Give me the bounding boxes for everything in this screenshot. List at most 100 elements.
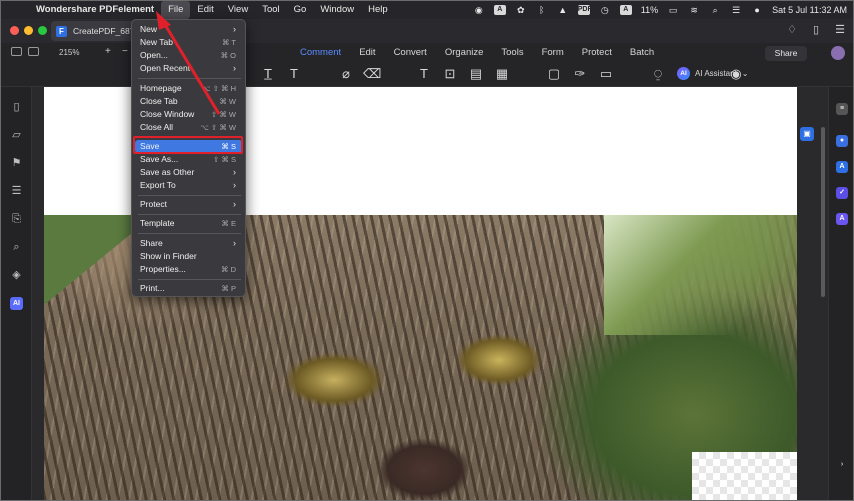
- pdf-icon[interactable]: PDF: [577, 5, 592, 15]
- properties-icon[interactable]: ≡: [836, 103, 848, 115]
- sidebar-toggle-icon[interactable]: [11, 47, 22, 56]
- eraser-icon[interactable]: ⌫: [363, 65, 381, 83]
- text-comment-icon[interactable]: T: [285, 65, 303, 83]
- nav-convert[interactable]: Convert: [385, 47, 436, 61]
- vertical-scrollbar[interactable]: [821, 127, 825, 297]
- menu-item-open[interactable]: Open... ⌘ O: [135, 49, 242, 62]
- document-tab[interactable]: F CreatePDF_687c: [51, 21, 141, 41]
- measure-icon[interactable]: ▭: [597, 65, 615, 83]
- menu-item-save-as[interactable]: Save As... ⇧ ⌘ S: [135, 153, 242, 166]
- menu-go[interactable]: Go: [287, 1, 314, 19]
- minimize-window-button[interactable]: [24, 26, 33, 35]
- translate-icon[interactable]: A: [836, 161, 848, 173]
- underline-icon[interactable]: T̲: [259, 65, 277, 83]
- maximize-window-button[interactable]: [38, 26, 47, 35]
- menu-help[interactable]: Help: [361, 1, 395, 19]
- attachment-icon[interactable]: ⎘: [10, 213, 23, 226]
- menu-item-protect[interactable]: Protect ›: [135, 198, 242, 211]
- chevron-right-icon[interactable]: ›: [836, 459, 848, 471]
- menu-item-show-in-finder[interactable]: Show in Finder: [135, 250, 242, 263]
- pdfelement-logo-icon: F: [56, 25, 67, 37]
- shortcut-label: ⇧ ⌘ W: [210, 110, 236, 119]
- wifi-icon[interactable]: ≋: [688, 5, 700, 15]
- search-panel-icon[interactable]: ⌕: [10, 241, 23, 254]
- menu-item-export-to[interactable]: Export To ›: [135, 179, 242, 192]
- menu-edit[interactable]: Edit: [190, 1, 220, 19]
- app-window: Wondershare PDFelement File Edit View To…: [0, 0, 854, 501]
- callout-icon[interactable]: ▤: [467, 65, 485, 83]
- menu-item-template[interactable]: Template ⌘ E: [135, 217, 242, 230]
- nav-organize[interactable]: Organize: [436, 47, 493, 61]
- nav-comment[interactable]: Comment: [291, 47, 350, 61]
- menu-item-save-as-other[interactable]: Save as Other ›: [135, 166, 242, 179]
- battery-icon[interactable]: ▭: [667, 5, 679, 15]
- layers-icon[interactable]: ◈: [10, 269, 23, 282]
- bell-icon[interactable]: ♢: [785, 23, 799, 39]
- note-icon[interactable]: ▦: [493, 65, 511, 83]
- comment-panel-icon[interactable]: ▱: [10, 129, 23, 142]
- zoom-in-icon[interactable]: +: [105, 46, 111, 57]
- phone-icon[interactable]: ▯: [809, 23, 823, 39]
- menu-item-label: Open...: [140, 50, 168, 60]
- main-toolbar: 215% + − Comment Edit Convert Organize T…: [1, 43, 853, 87]
- menu-item-close-tab[interactable]: Close Tab ⌘ W: [135, 95, 242, 108]
- menu-item-label: Close Window: [140, 109, 195, 119]
- chat-icon[interactable]: ●: [836, 135, 848, 147]
- menu-file[interactable]: File: [161, 1, 191, 19]
- menu-item-new-tab[interactable]: New Tab ⌘ T: [135, 36, 242, 49]
- layers-list-icon[interactable]: ☰: [10, 185, 23, 198]
- stamp-pen-icon[interactable]: ✑: [571, 65, 589, 83]
- bookmark-icon[interactable]: ⚑: [10, 157, 23, 170]
- nav-batch[interactable]: Batch: [621, 47, 663, 61]
- menu-tool[interactable]: Tool: [255, 1, 286, 19]
- ai-tools-icon[interactable]: A: [836, 213, 848, 225]
- page-view-icon[interactable]: [28, 47, 39, 56]
- vlc-icon[interactable]: ▲: [557, 5, 569, 15]
- share-button[interactable]: Share: [765, 46, 807, 61]
- account-avatar[interactable]: [831, 46, 845, 60]
- menu-app-name[interactable]: Wondershare PDFelement: [29, 1, 161, 19]
- menu-item-properties[interactable]: Properties... ⌘ D: [135, 263, 242, 276]
- control-center-icon[interactable]: ☰: [730, 5, 742, 15]
- textbox-icon[interactable]: ⊡: [441, 65, 459, 83]
- stamp-icon[interactable]: ⍜: [649, 65, 667, 83]
- a-input-icon[interactable]: A: [493, 5, 506, 15]
- siri-icon[interactable]: ●: [751, 5, 763, 15]
- shortcut-label: ⌥ ⇧ ⌘ H: [201, 84, 236, 93]
- menu-item-label: Share: [140, 238, 163, 248]
- ai-panel-icon[interactable]: AI: [10, 297, 23, 310]
- spacer-2: [389, 65, 407, 83]
- menu-view[interactable]: View: [221, 1, 255, 19]
- menu-item-print[interactable]: Print... ⌘ P: [135, 282, 242, 295]
- menu-item-share[interactable]: Share ›: [135, 237, 242, 250]
- nav-tools[interactable]: Tools: [492, 47, 532, 61]
- floating-action-icon[interactable]: ▣: [800, 127, 814, 141]
- ai-assistant-button[interactable]: AI AI Assistant ⌄: [677, 67, 749, 80]
- clock-icon[interactable]: ◷: [599, 5, 611, 15]
- list-icon[interactable]: ☰: [833, 23, 847, 39]
- nav-edit[interactable]: Edit: [350, 47, 384, 61]
- highlight-area-icon[interactable]: ⌀: [337, 65, 355, 83]
- menu-item-homepage[interactable]: Homepage ⌥ ⇧ ⌘ H: [135, 82, 242, 95]
- search-icon[interactable]: ⌕: [709, 5, 721, 15]
- menu-item-label: Export To: [140, 180, 176, 190]
- menu-item-close-window[interactable]: Close Window ⇧ ⌘ W: [135, 108, 242, 121]
- a-font-icon[interactable]: A: [619, 5, 632, 15]
- proofread-icon[interactable]: ✓: [836, 187, 848, 199]
- menu-item-close-all[interactable]: Close All ⌥ ⇧ ⌘ W: [135, 121, 242, 134]
- nav-form[interactable]: Form: [533, 47, 573, 61]
- shape-icon[interactable]: ▢: [545, 65, 563, 83]
- zoom-out-icon[interactable]: −: [122, 46, 128, 57]
- menu-item-open-recent[interactable]: Open Recent ›: [135, 62, 242, 75]
- flower-icon[interactable]: ✿: [515, 5, 527, 15]
- menu-item-new[interactable]: New ›: [135, 23, 242, 36]
- zoom-level[interactable]: 215%: [59, 48, 79, 57]
- menu-window[interactable]: Window: [313, 1, 361, 19]
- screen-record-icon[interactable]: ◉: [473, 5, 485, 15]
- close-window-button[interactable]: [10, 26, 19, 35]
- thumbnail-icon[interactable]: ▯: [10, 101, 23, 114]
- date-time[interactable]: Sat 5 Jul 11:32 AM: [772, 5, 847, 15]
- typewriter-icon[interactable]: T: [415, 65, 433, 83]
- nav-protect[interactable]: Protect: [573, 47, 621, 61]
- bluetooth-icon[interactable]: ᛒ: [536, 5, 548, 15]
